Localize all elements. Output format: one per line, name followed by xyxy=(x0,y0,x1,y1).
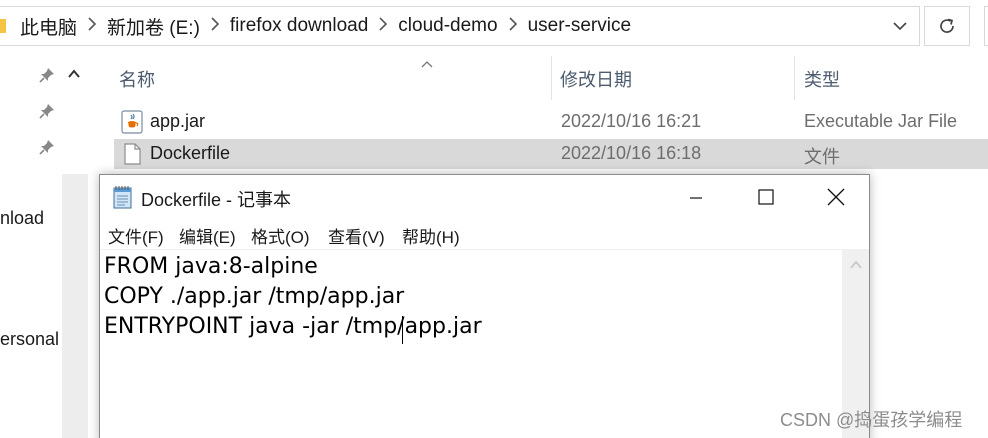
chevron-right-icon[interactable] xyxy=(374,16,392,37)
watermark: CSDN @捣蛋孩学编程 xyxy=(780,410,963,430)
pin-icon[interactable] xyxy=(38,102,56,120)
nav-item-personal[interactable]: ersonal xyxy=(0,329,62,350)
nav-item-download[interactable]: nload xyxy=(0,208,60,229)
file-type: 文件 xyxy=(804,147,840,167)
file-icon xyxy=(120,142,144,166)
menu-help[interactable]: 帮助(H) xyxy=(402,223,460,248)
notepad-window: Dockerfile - 记事本 文件(F) 编辑(E) 格式(O) 查看(V)… xyxy=(99,174,870,438)
pin-icon[interactable] xyxy=(38,66,56,84)
file-row-app-jar[interactable]: app.jar 2022/10/16 16:21 Executable Jar … xyxy=(114,107,988,137)
breadcrumb-this-pc[interactable]: 此电脑 xyxy=(14,13,83,40)
file-type: Executable Jar File xyxy=(804,111,958,131)
file-name: app.jar xyxy=(150,111,206,131)
menu-bar: 文件(F) 编辑(E) 格式(O) 查看(V) 帮助(H) xyxy=(100,219,869,249)
text-caret xyxy=(402,316,403,344)
nav-scrollbar[interactable] xyxy=(62,174,88,438)
notepad-icon[interactable] xyxy=(112,185,134,209)
file-list-header: 名称 修改日期 类型 xyxy=(100,56,988,100)
search-box[interactable] xyxy=(984,6,988,46)
chevron-down-icon[interactable] xyxy=(886,14,914,38)
sort-asc-icon xyxy=(420,56,434,74)
minimize-button[interactable] xyxy=(661,175,731,219)
refresh-icon xyxy=(940,18,954,33)
maximize-button[interactable] xyxy=(731,175,801,219)
menu-edit[interactable]: 编辑(E) xyxy=(179,223,236,248)
text-editor[interactable]: FROM java:8-alpine COPY ./app.jar /tmp/a… xyxy=(100,250,842,438)
file-date: 2022/10/16 16:21 xyxy=(561,111,702,131)
column-date[interactable]: 修改日期 xyxy=(560,66,632,92)
close-icon xyxy=(827,188,845,206)
file-name: Dockerfile xyxy=(150,143,231,163)
menu-format[interactable]: 格式(O) xyxy=(251,223,310,248)
maximize-icon xyxy=(758,189,774,205)
close-button[interactable] xyxy=(801,175,871,219)
file-date: 2022/10/16 16:18 xyxy=(561,143,702,163)
column-name[interactable]: 名称 xyxy=(119,66,155,92)
breadcrumb-drive-e[interactable]: 新加卷 (E:) xyxy=(101,13,206,40)
text-line: FROM java:8-alpine xyxy=(104,254,318,279)
chevron-right-icon[interactable] xyxy=(504,16,522,37)
pin-icon[interactable] xyxy=(38,138,56,156)
chevron-right-icon[interactable] xyxy=(83,16,101,37)
column-type[interactable]: 类型 xyxy=(804,66,840,92)
column-divider[interactable] xyxy=(794,56,795,100)
breadcrumb-cloud-demo[interactable]: cloud-demo xyxy=(392,15,503,37)
navigation-pane: nload ersonal xyxy=(0,52,100,438)
scroll-up-icon[interactable] xyxy=(842,254,869,276)
menu-file[interactable]: 文件(F) xyxy=(108,223,164,248)
text-line: COPY ./app.jar /tmp/app.jar xyxy=(104,284,405,309)
file-row-dockerfile[interactable]: Dockerfile 2022/10/16 16:18 文件 xyxy=(114,139,988,169)
address-bar: 此电脑 新加卷 (E:) firefox download cloud-demo… xyxy=(0,0,988,52)
menu-view[interactable]: 查看(V) xyxy=(328,223,385,248)
notepad-titlebar[interactable]: Dockerfile - 记事本 xyxy=(100,175,869,219)
text-line: ENTRYPOINT java -jar /tmp/app.jar xyxy=(104,314,482,339)
breadcrumb: 此电脑 新加卷 (E:) firefox download cloud-demo… xyxy=(14,13,637,40)
scroll-up-icon[interactable] xyxy=(64,64,84,84)
breadcrumb-user-service[interactable]: user-service xyxy=(522,15,637,37)
breadcrumb-firefox-download[interactable]: firefox download xyxy=(224,15,374,37)
java-jar-icon xyxy=(120,110,144,134)
column-divider[interactable] xyxy=(551,56,552,100)
minimize-icon xyxy=(690,197,702,199)
chevron-right-icon[interactable] xyxy=(206,16,224,37)
refresh-button[interactable] xyxy=(924,6,970,46)
window-title: Dockerfile - 记事本 xyxy=(141,190,292,210)
folder-icon xyxy=(0,19,6,33)
